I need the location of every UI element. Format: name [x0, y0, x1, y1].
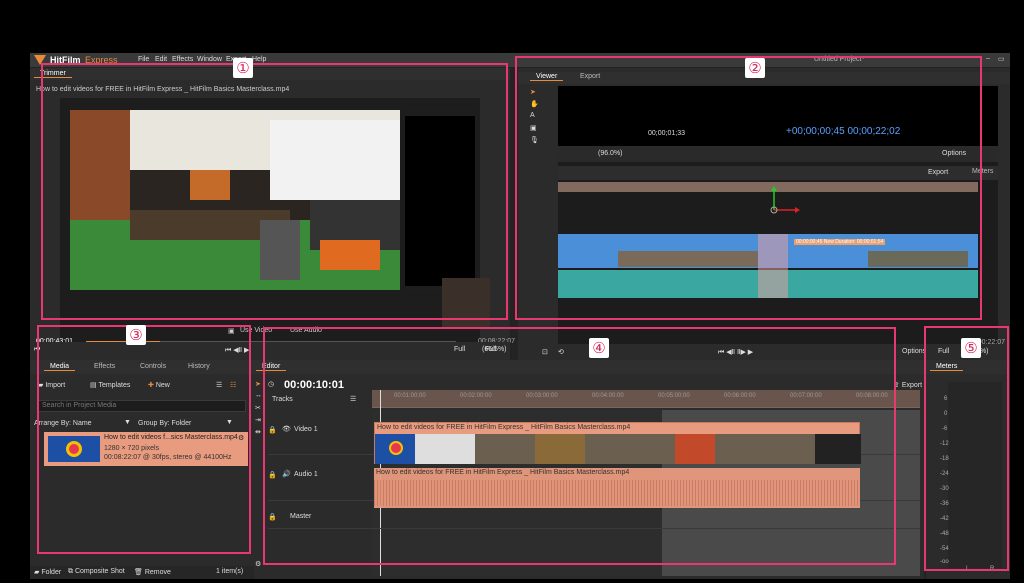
menu-file[interactable]: File — [138, 56, 149, 63]
annotation-box-editor — [263, 327, 896, 565]
folder-button[interactable]: ▰ Folder — [34, 568, 61, 576]
item-count: 1 item(s) — [216, 568, 244, 575]
editor-snap-icon[interactable]: ⚙ — [255, 560, 261, 568]
editor-select-icon[interactable]: ➤ — [255, 380, 261, 388]
editor-razor-icon[interactable]: ✂ — [255, 404, 261, 412]
composite-label: Composite Shot — [74, 568, 125, 575]
annotation-box-trimmer — [41, 63, 508, 320]
maximize-icon[interactable]: ▭ — [998, 55, 1005, 63]
annotation-number-3: ③ — [126, 325, 146, 345]
folder-label: Folder — [41, 569, 62, 576]
editor-export-button[interactable]: ⇪ Export — [894, 381, 922, 389]
menu-help[interactable]: Help — [252, 56, 266, 63]
annotation-number-1: ① — [233, 58, 253, 78]
annotation-number-4: ④ — [589, 338, 609, 358]
composite-button[interactable]: ⧉ Composite Shot — [68, 568, 125, 576]
editor-roll-icon[interactable]: ⇹ — [255, 428, 261, 436]
remove-label: Remove — [144, 569, 171, 576]
annotation-box-media — [37, 325, 251, 554]
menu-edit[interactable]: Edit — [155, 56, 167, 63]
editor-ripple-icon[interactable]: ⇥ — [255, 416, 261, 424]
remove-button[interactable]: 🗑 Remove — [134, 568, 171, 576]
viewer-options[interactable]: Options — [902, 348, 926, 355]
annotation-box-meters — [924, 326, 1009, 571]
editor-export-label: Export — [901, 382, 923, 389]
minimize-icon[interactable]: – — [986, 55, 990, 62]
editor-slip-icon[interactable]: ↔ — [255, 392, 262, 399]
menu-effects[interactable]: Effects — [172, 56, 193, 63]
media-footer: ▰ Folder ⧉ Composite Shot 🗑 Remove 1 ite… — [30, 566, 254, 579]
annotation-box-viewer — [515, 56, 982, 320]
menu-window[interactable]: Window — [197, 56, 222, 63]
annotation-number-2: ② — [745, 58, 765, 78]
annotation-number-5: ⑤ — [961, 338, 981, 358]
